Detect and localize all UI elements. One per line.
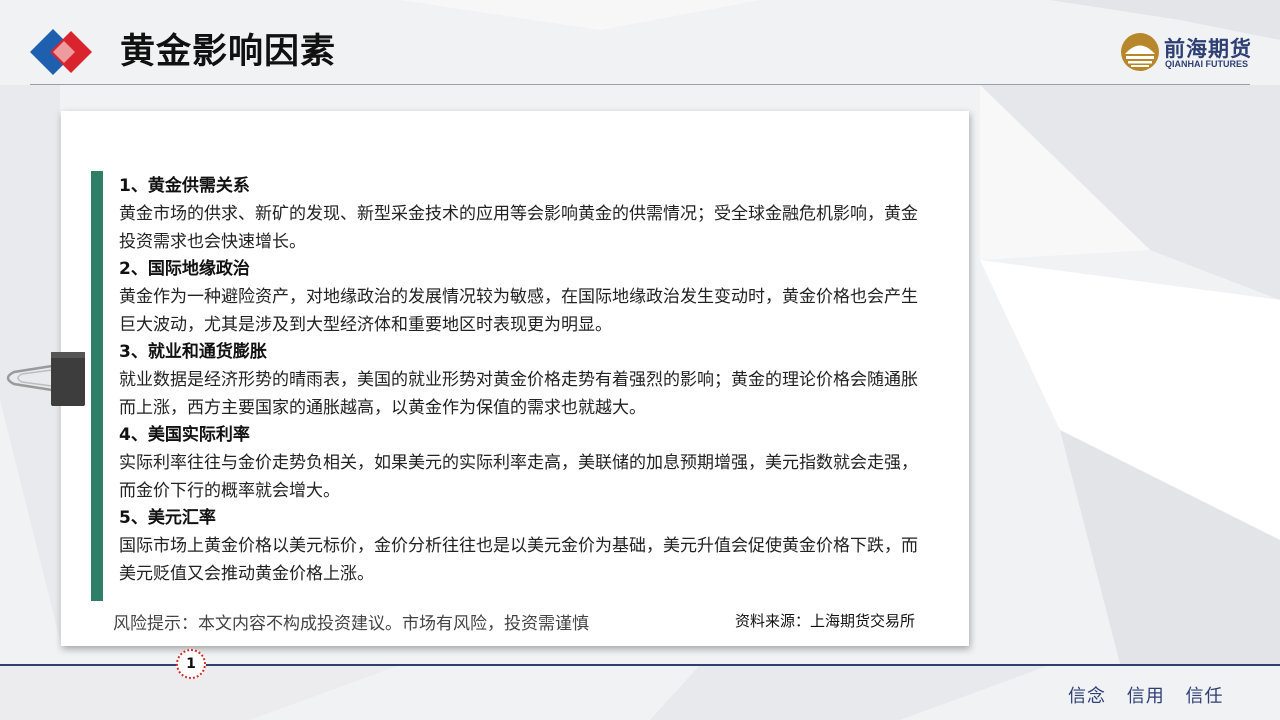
page-title: 黄金影响因素 — [120, 32, 337, 72]
slogan-word: 信念 — [1068, 686, 1106, 707]
slogan: 信念 信用 信任 — [1068, 682, 1223, 708]
section-heading: 2、国际地缘政治 — [119, 259, 250, 279]
page-number: 1 — [176, 649, 206, 679]
factor-section: 1、黄金供需关系 黄金市场的供求、新矿的发现、新型采金技术的应用等会影响黄金的供… — [119, 173, 919, 256]
section-body: 黄金作为一种避险资产，对地缘政治的发展情况较为敏感，在国际地缘政治发生变动时，黄… — [119, 287, 918, 335]
brand-subtitle: QIANHAI FUTURES — [1165, 59, 1248, 69]
slogan-word: 信用 — [1126, 686, 1165, 707]
factor-section: 3、就业和通货膨胀 就业数据是经济形势的晴雨表，美国的就业形势对黄金价格走势有着… — [119, 339, 919, 422]
binder-clip-icon — [6, 352, 85, 406]
slogan-word: 信任 — [1185, 686, 1224, 707]
factor-section: 2、国际地缘政治 黄金作为一种避险资产，对地缘政治的发展情况较为敏感，在国际地缘… — [119, 256, 919, 339]
accent-bar — [91, 171, 103, 601]
factor-section: 4、美国实际利率 实际利率往往与金价走势负相关，如果美元的实际利率走高，美联储的… — [119, 422, 919, 505]
section-heading: 4、美国实际利率 — [119, 425, 250, 445]
brand-logo: 前海期货 QIANHAI FUTURES — [1120, 32, 1260, 76]
data-source: 资料来源：上海期货交易所 — [735, 612, 916, 630]
factor-list: 1、黄金供需关系 黄金市场的供求、新矿的发现、新型采金技术的应用等会影响黄金的供… — [119, 173, 919, 588]
company-logo-diamond-icon — [30, 27, 92, 77]
section-heading: 3、就业和通货膨胀 — [119, 342, 267, 362]
factor-section: 5、美元汇率 国际市场上黄金价格以美元标价，金价分析往往也是以美元金价为基础，美… — [119, 505, 919, 588]
qianhai-futures-logo-icon — [1121, 33, 1159, 71]
section-body: 国际市场上黄金价格以美元标价，金价分析往往也是以美元金价为基础，美元升值会促使黄… — [119, 536, 918, 584]
section-body: 实际利率往往与金价走势负相关，如果美元的实际利率走高，美联储的加息预期增强，美元… — [119, 453, 918, 501]
risk-warning: 风险提示：本文内容不构成投资建议。市场有风险，投资需谨慎 — [113, 614, 589, 634]
section-body: 黄金市场的供求、新矿的发现、新型采金技术的应用等会影响黄金的供需情况；受全球金融… — [119, 204, 918, 252]
section-heading: 5、美元汇率 — [119, 508, 216, 528]
content-card: 1、黄金供需关系 黄金市场的供求、新矿的发现、新型采金技术的应用等会影响黄金的供… — [61, 111, 969, 646]
header-divider — [30, 84, 1250, 85]
section-heading: 1、黄金供需关系 — [119, 176, 250, 196]
section-body: 就业数据是经济形势的晴雨表，美国的就业形势对黄金价格走势有着强烈的影响；黄金的理… — [119, 370, 918, 418]
